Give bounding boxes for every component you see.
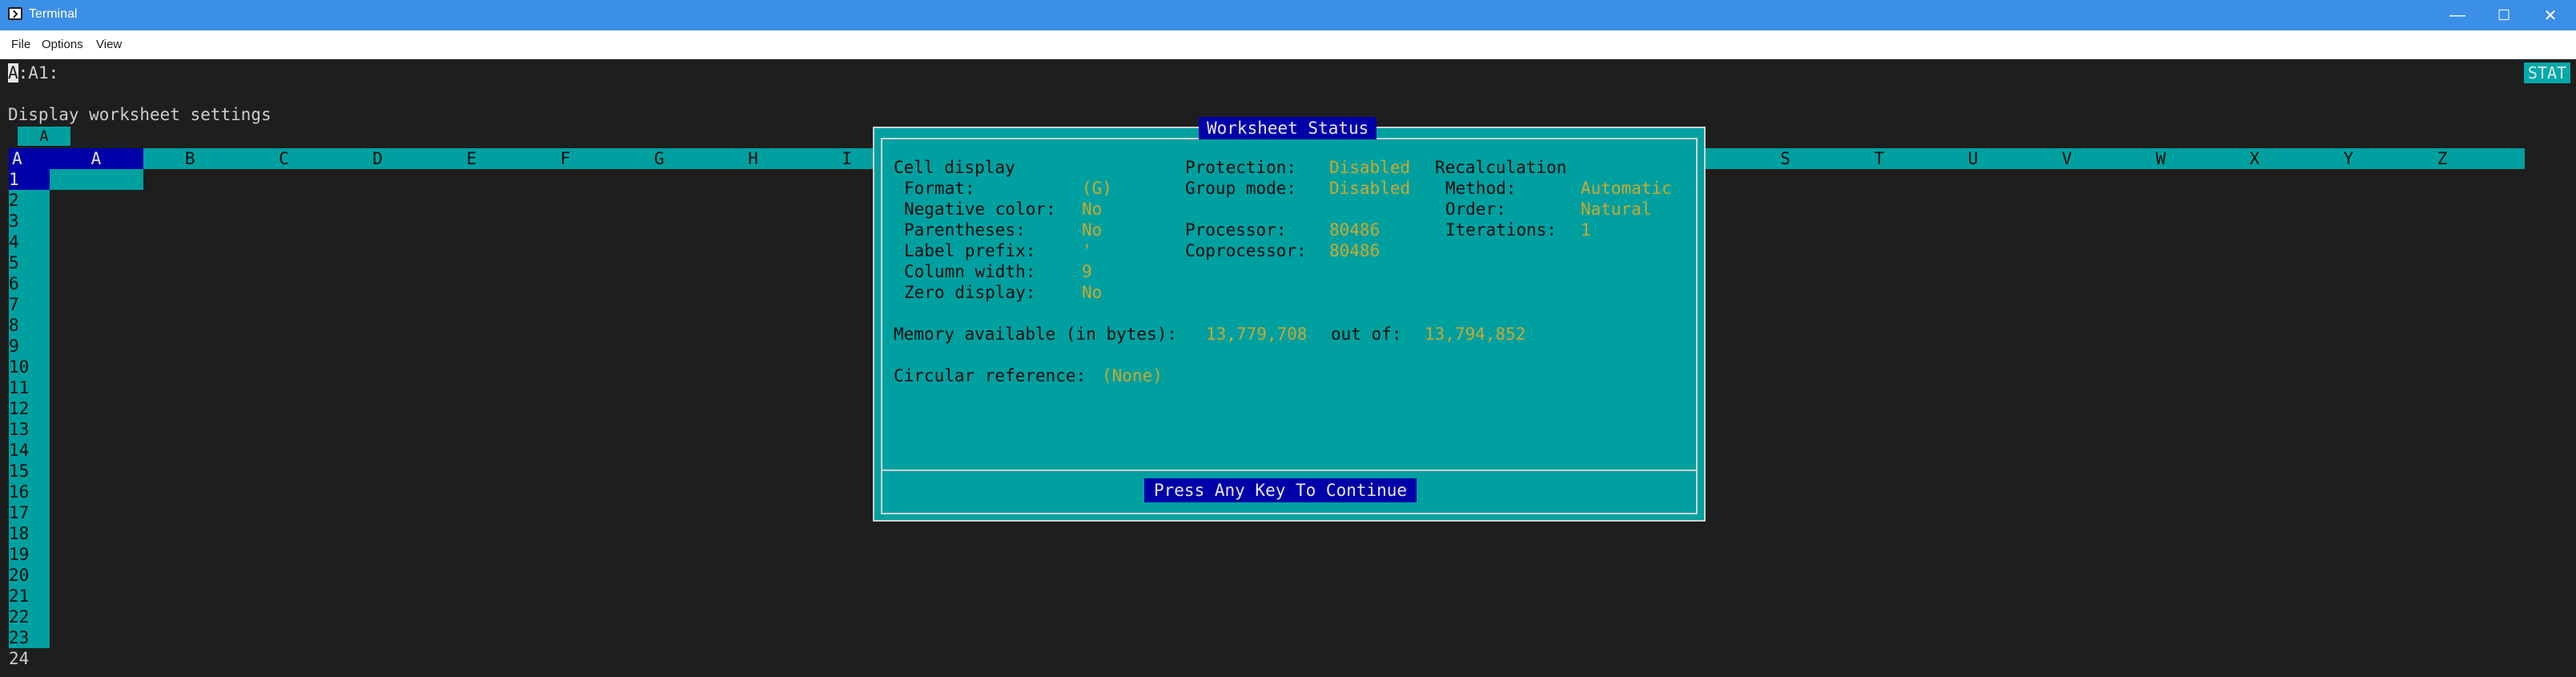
protection-label: Protection: — [1185, 158, 1297, 177]
order-value: Natural — [1581, 199, 1652, 219]
row-header-21[interactable]: 21 — [9, 586, 50, 606]
row-header-22[interactable]: 22 — [9, 606, 50, 627]
terminal-app-icon — [8, 7, 22, 20]
processor-label: Processor: — [1185, 220, 1287, 240]
row-header-23[interactable]: 23 — [9, 627, 50, 648]
column-header-a[interactable]: A — [88, 148, 104, 169]
row-header-20[interactable]: 20 — [9, 565, 50, 586]
row-header-8[interactable]: 8 — [9, 315, 50, 336]
title-bar: Terminal — ☐ ✕ — [0, 0, 2576, 30]
memory-label: Memory available (in bytes): — [894, 324, 1178, 344]
menu-bar: File Options View — [0, 30, 2576, 59]
memory-available-value: 13,779,708 — [1206, 324, 1308, 344]
menu-view[interactable]: View — [96, 38, 122, 51]
format-value: (G) — [1082, 179, 1112, 198]
row-header-12[interactable]: 12 — [9, 398, 50, 419]
row-header-7[interactable]: 7 — [9, 294, 50, 315]
coprocessor-label: Coprocessor: — [1185, 241, 1307, 260]
terminal-screen[interactable]: A:A1: STAT Display worksheet settings A … — [0, 59, 2576, 677]
row-header-6[interactable]: 6 — [9, 273, 50, 294]
column-header-w[interactable]: W — [2152, 148, 2168, 169]
dialog-title: Worksheet Status — [1199, 117, 1377, 139]
column-width-value: 9 — [1082, 262, 1092, 281]
column-header-d[interactable]: D — [370, 148, 386, 169]
window-title: Terminal — [29, 7, 78, 21]
row-header-16[interactable]: 16 — [9, 482, 50, 502]
cell-address-line: A:A1: — [8, 62, 58, 83]
column-header-t[interactable]: T — [1871, 148, 1887, 169]
row-header-13[interactable]: 13 — [9, 419, 50, 440]
row-header-18[interactable]: 18 — [9, 523, 50, 544]
cell-display-heading: Cell display — [894, 158, 1015, 177]
column-header-b[interactable]: B — [182, 148, 198, 169]
dialog-divider — [881, 469, 1698, 471]
row-header-19[interactable]: 19 — [9, 544, 50, 565]
column-header-y[interactable]: Y — [2341, 148, 2357, 169]
row-header-9[interactable]: 9 — [9, 336, 50, 357]
column-header-x[interactable]: X — [2247, 148, 2263, 169]
parentheses-label: Parentheses: — [904, 220, 1026, 240]
group-mode-label: Group mode: — [1185, 179, 1297, 198]
column-header-v[interactable]: V — [2059, 148, 2075, 169]
negative-color-label: Negative color: — [904, 199, 1056, 219]
row-header-1[interactable]: 1 — [9, 169, 50, 190]
iterations-value: 1 — [1581, 220, 1591, 240]
column-header-z[interactable]: Z — [2434, 148, 2450, 169]
prompt-line: Display worksheet settings — [8, 105, 271, 124]
row-header-4[interactable]: 4 — [9, 232, 50, 252]
circular-reference-value: (None) — [1102, 366, 1163, 385]
recalculation-heading: Recalculation — [1435, 158, 1567, 177]
cell-address: :A1: — [18, 63, 59, 83]
protection-value: Disabled — [1329, 158, 1411, 177]
selected-cell-A1[interactable] — [50, 169, 143, 190]
row-header-17[interactable]: 17 — [9, 502, 50, 523]
memory-out-of-label: out of: — [1331, 324, 1402, 344]
column-header-c[interactable]: C — [275, 148, 291, 169]
group-mode-value: Disabled — [1329, 179, 1411, 198]
text-cursor: A — [8, 63, 18, 83]
row-header-11[interactable]: 11 — [9, 377, 50, 398]
iterations-label: Iterations: — [1445, 220, 1557, 240]
sheet-tab[interactable]: A — [18, 127, 70, 146]
row-header-14[interactable]: 14 — [9, 440, 50, 461]
circular-reference-label: Circular reference: — [894, 366, 1087, 385]
menu-file[interactable]: File — [11, 38, 30, 51]
row-header-10[interactable]: 10 — [9, 357, 50, 377]
parentheses-value: No — [1082, 220, 1103, 240]
row-header-5[interactable]: 5 — [9, 252, 50, 273]
method-label: Method: — [1445, 179, 1517, 198]
corner-cell[interactable]: A — [9, 148, 50, 169]
method-value: Automatic — [1581, 179, 1672, 198]
column-header-s[interactable]: S — [1778, 148, 1794, 169]
format-label: Format: — [904, 179, 975, 198]
order-label: Order: — [1445, 199, 1506, 219]
column-header-f[interactable]: F — [557, 148, 573, 169]
worksheet-status-dialog: Worksheet Status Cell display Format: (G… — [873, 117, 1706, 522]
close-button[interactable]: ✕ — [2527, 0, 2574, 30]
minimize-button[interactable]: — — [2434, 0, 2481, 30]
column-header-u[interactable]: U — [1965, 148, 1981, 169]
column-header-g[interactable]: G — [651, 148, 667, 169]
zero-display-label: Zero display: — [904, 283, 1036, 302]
column-header-e[interactable]: E — [464, 148, 480, 169]
mode-indicator: STAT — [2524, 62, 2570, 83]
row-header-3[interactable]: 3 — [9, 211, 50, 232]
memory-total-value: 13,794,852 — [1425, 324, 1526, 344]
column-width-label: Column width: — [904, 262, 1036, 281]
row-header-15[interactable]: 15 — [9, 461, 50, 482]
label-prefix-value: ' — [1082, 241, 1092, 260]
column-header-h[interactable]: H — [745, 148, 761, 169]
processor-value: 80486 — [1329, 220, 1380, 240]
coprocessor-value: 80486 — [1329, 241, 1380, 260]
row-header-2[interactable]: 2 — [9, 190, 50, 211]
negative-color-value: No — [1082, 199, 1103, 219]
row-header-24[interactable]: 24 — [9, 648, 50, 669]
zero-display-value: No — [1082, 283, 1103, 302]
label-prefix-label: Label prefix: — [904, 241, 1036, 260]
menu-options[interactable]: Options — [42, 38, 83, 51]
column-header-i[interactable]: I — [839, 148, 855, 169]
continue-button[interactable]: Press Any Key To Continue — [1144, 478, 1417, 502]
maximize-button[interactable]: ☐ — [2481, 0, 2527, 30]
